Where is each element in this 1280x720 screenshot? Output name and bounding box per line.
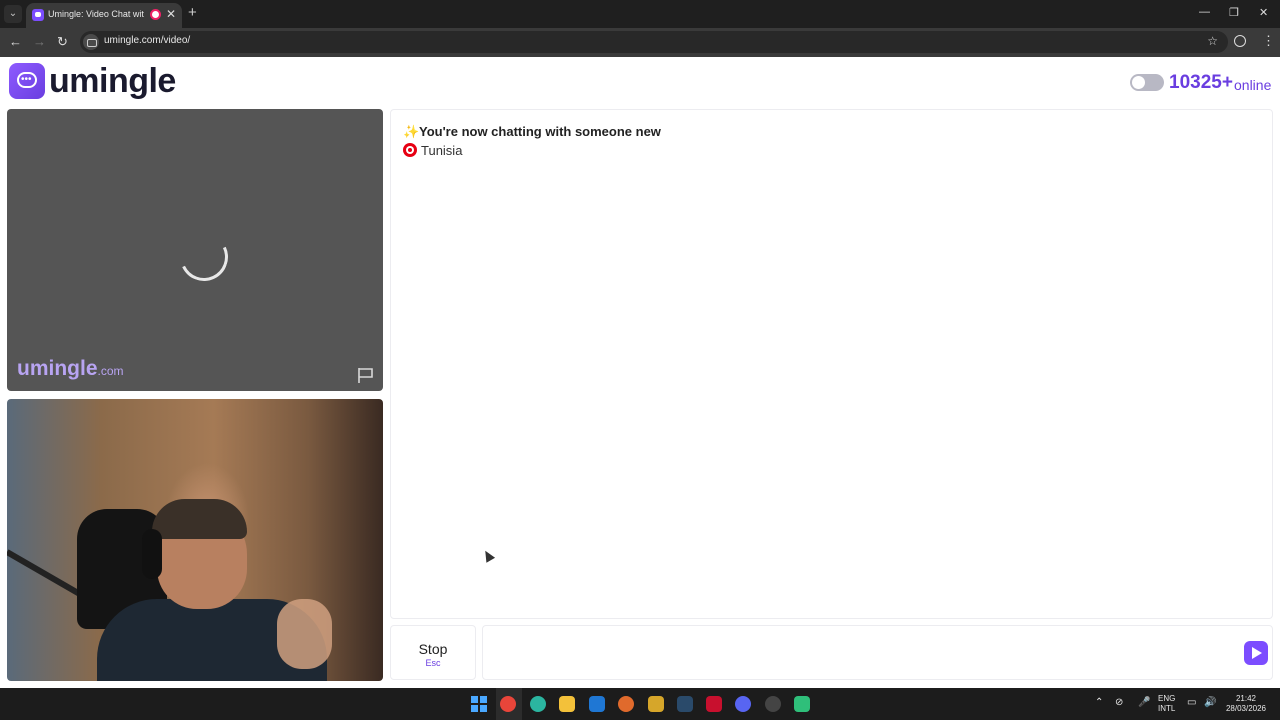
- settings-app-icon[interactable]: [765, 696, 781, 712]
- browser-tab-umingle[interactable]: Umingle: Video Chat with S ✕: [26, 3, 182, 28]
- tab-title: Umingle: Video Chat with S: [48, 9, 144, 19]
- stop-button-label: Stop: [418, 641, 448, 657]
- umingle-logo-icon[interactable]: •••: [9, 63, 45, 99]
- clock-time: 21:42: [1235, 694, 1257, 703]
- steam-icon[interactable]: [677, 696, 693, 712]
- outlook-icon[interactable]: [589, 696, 605, 712]
- reload-icon[interactable]: ↻: [57, 35, 68, 49]
- bookmark-star-icon[interactable]: ☆: [1207, 34, 1218, 48]
- stop-shortcut-hint: Esc: [425, 658, 441, 668]
- sparkles-icon: ✨: [403, 124, 420, 139]
- browser-menu-icon[interactable]: ⋮: [1262, 33, 1275, 49]
- show-hidden-icons-icon[interactable]: ⌃: [1095, 698, 1103, 708]
- theme-toggle[interactable]: [1130, 74, 1164, 91]
- taskbar: ⌃ ⊘ 🎤 ENG INTL ▭ 🔊 21:42 28/03/2026: [0, 688, 1280, 720]
- firefox-icon[interactable]: [618, 696, 634, 712]
- windows-start-icon[interactable]: [471, 696, 487, 712]
- online-count: 10325+: [1169, 72, 1233, 93]
- browser-tab-bar: ⌄ Umingle: Video Chat with S ✕ + — ❐ ✕: [0, 0, 1280, 28]
- country-name: Tunisia: [421, 143, 463, 158]
- profile-icon[interactable]: [1234, 35, 1246, 47]
- adobe-app-icon[interactable]: [706, 696, 722, 712]
- browser-toolbar: ← → ↻ umingle.com/video/ ☆: [0, 28, 1280, 57]
- watermark-suffix: .com: [97, 364, 124, 378]
- display-icon[interactable]: ▭: [1187, 698, 1196, 708]
- stop-button[interactable]: Stop Esc: [390, 625, 476, 680]
- video-watermark: umingle.com: [17, 357, 124, 381]
- language-indicator[interactable]: ENG INTL: [1158, 694, 1175, 714]
- language-code: ENG: [1158, 694, 1176, 703]
- remote-video: umingle.com: [7, 109, 383, 391]
- local-webcam-video: [7, 399, 383, 681]
- recording-indicator-icon: [150, 9, 161, 20]
- volume-icon[interactable]: 🔊: [1204, 698, 1216, 708]
- loading-spinner-icon: [173, 226, 235, 288]
- android-app-icon[interactable]: [794, 696, 810, 712]
- restore-window-icon[interactable]: ❐: [1229, 6, 1239, 19]
- site-logo-text[interactable]: umingle: [49, 62, 176, 101]
- discord-icon[interactable]: [735, 696, 751, 712]
- microphone-icon[interactable]: 🎤: [1138, 698, 1150, 708]
- system-message-country: Tunisia: [403, 143, 462, 158]
- report-flag-icon[interactable]: [357, 366, 375, 384]
- address-bar[interactable]: umingle.com/video/ ☆: [80, 31, 1228, 53]
- close-tab-icon[interactable]: ✕: [166, 7, 176, 21]
- flag-tunisia-icon: [403, 143, 417, 157]
- clock-date: 28/03/2026: [1225, 704, 1267, 713]
- umingle-favicon-icon: [32, 9, 44, 21]
- notes-app-icon[interactable]: [648, 696, 664, 712]
- clock[interactable]: 21:42 28/03/2026: [1224, 694, 1268, 714]
- new-tab-button[interactable]: +: [188, 5, 197, 21]
- system-message-new-chat: ✨You're now chatting with someone new: [403, 124, 661, 140]
- system-message-text: You're now chatting with someone new: [419, 124, 661, 139]
- close-window-icon[interactable]: ✕: [1259, 6, 1268, 19]
- network-muted-icon[interactable]: ⊘: [1115, 698, 1123, 708]
- message-input[interactable]: [482, 625, 1273, 680]
- chrome-icon[interactable]: [500, 696, 516, 712]
- chat-log: ✨You're now chatting with someone new Tu…: [390, 109, 1273, 619]
- back-arrow-icon[interactable]: ←: [9, 35, 22, 49]
- keyboard-layout: INTL: [1158, 704, 1176, 713]
- tab-search-icon[interactable]: ⌄: [4, 5, 22, 23]
- toggle-knob: [1132, 76, 1145, 89]
- site-info-icon[interactable]: [83, 34, 99, 50]
- minimize-window-icon[interactable]: —: [1199, 6, 1210, 18]
- send-icon[interactable]: [1244, 641, 1268, 665]
- forward-arrow-icon[interactable]: →: [33, 35, 46, 49]
- online-label: online: [1234, 77, 1272, 93]
- watermark-main: umingle: [17, 357, 98, 380]
- file-explorer-icon[interactable]: [559, 696, 575, 712]
- edge-icon[interactable]: [530, 696, 546, 712]
- url-text: umingle.com/video/: [104, 35, 191, 46]
